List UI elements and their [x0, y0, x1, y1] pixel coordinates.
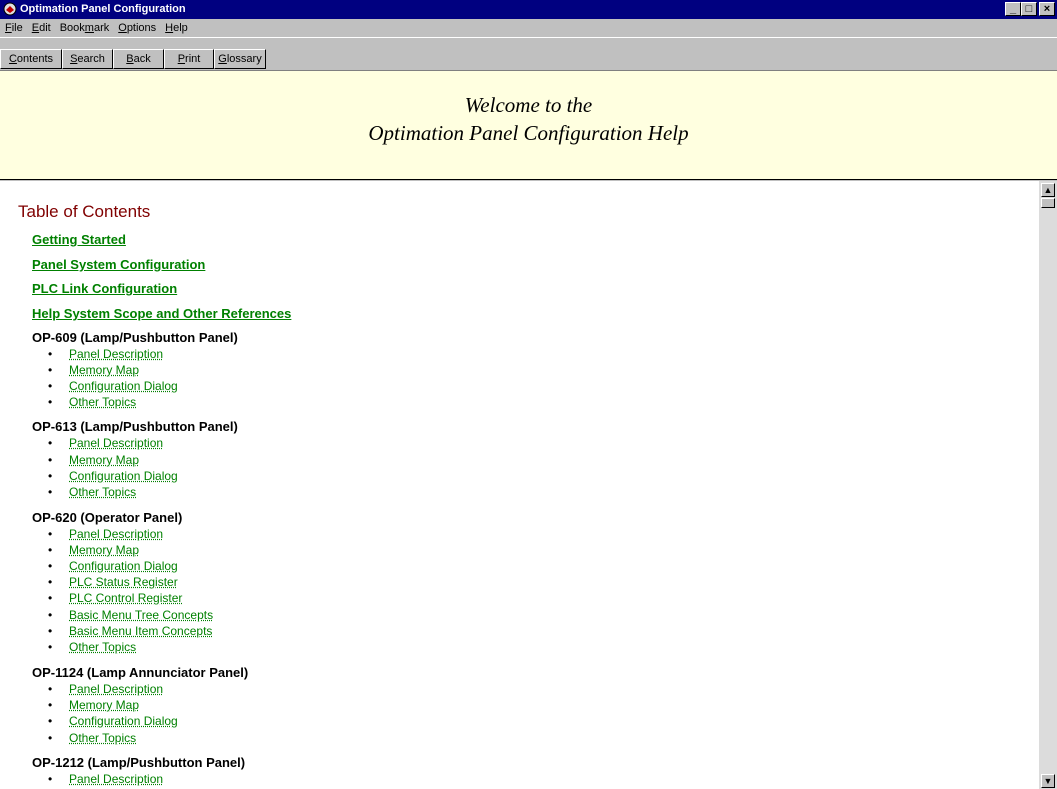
topic-link[interactable]: Panel Description [69, 436, 163, 450]
bullet-icon: • [48, 543, 53, 557]
topic-link[interactable]: Other Topics [69, 731, 136, 745]
welcome-line-1: Welcome to the [464, 93, 593, 117]
link-getting-started[interactable]: Getting Started [32, 232, 126, 247]
vertical-scrollbar[interactable] [1039, 181, 1057, 789]
link-plc-link-configuration[interactable]: PLC Link Configuration [32, 281, 177, 296]
glossary-button[interactable]: Glossary [214, 49, 266, 69]
topic-link[interactable]: Memory Map [69, 543, 139, 557]
topic-link[interactable]: Memory Map [69, 363, 139, 377]
topic-link[interactable]: Configuration Dialog [69, 379, 178, 393]
scroll-down-arrow-icon[interactable]: ▼ [1041, 774, 1055, 788]
topic-link[interactable]: Panel Description [69, 682, 163, 696]
menu-edit[interactable]: Edit [27, 19, 55, 34]
topic-link[interactable]: Basic Menu Tree Concepts [69, 608, 213, 622]
topic-link[interactable]: Memory Map [69, 453, 139, 467]
section-title: OP-1124 (Lamp Annunciator Panel) [32, 665, 249, 680]
bullet-icon: • [48, 591, 53, 605]
bullet-icon: • [48, 469, 53, 483]
bullet-icon: • [48, 559, 53, 573]
topic-link[interactable]: Other Topics [69, 395, 136, 409]
topic-link[interactable]: Configuration Dialog [69, 469, 178, 483]
topic-link[interactable]: Basic Menu Item Concepts [69, 624, 212, 638]
topic-link[interactable]: PLC Control Register [69, 591, 182, 605]
menu-bookmark[interactable]: Bookmark [55, 19, 114, 34]
topic-link[interactable]: Panel Description [69, 772, 163, 786]
bullet-icon: • [48, 527, 53, 541]
topic-link[interactable]: Configuration Dialog [69, 714, 178, 728]
section-title: OP-1212 (Lamp/Pushbutton Panel) [32, 755, 246, 770]
bullet-icon: • [48, 436, 53, 450]
toc-heading: Table of Contents [18, 202, 151, 221]
menu-separator [0, 37, 1057, 38]
close-button[interactable]: × [1039, 2, 1055, 16]
link-help-system-scope[interactable]: Help System Scope and Other References [32, 306, 291, 321]
bullet-icon: • [48, 772, 53, 786]
topic-link[interactable]: Other Topics [69, 485, 136, 499]
search-button[interactable]: Search [62, 49, 113, 69]
section-title: OP-620 (Operator Panel) [32, 510, 183, 525]
topic-link[interactable]: Configuration Dialog [69, 559, 178, 573]
bullet-icon: • [48, 640, 53, 654]
topic-header: Welcome to the Optimation Panel Configur… [0, 70, 1057, 180]
bullet-icon: • [48, 731, 53, 745]
bullet-icon: • [48, 485, 53, 499]
menu-bar: File Edit Bookmark Options Help [0, 19, 1057, 37]
section-title: OP-609 (Lamp/Pushbutton Panel) [32, 330, 238, 345]
menu-file[interactable]: File [0, 19, 27, 34]
welcome-line-2: Optimation Panel Configuration Help [368, 121, 689, 145]
window-controls: _ □ × [1005, 2, 1055, 16]
bullet-icon: • [48, 453, 53, 467]
link-panel-system-configuration[interactable]: Panel System Configuration [32, 257, 205, 272]
topic-link[interactable]: PLC Status Register [69, 575, 178, 589]
menu-help[interactable]: Help [160, 19, 192, 34]
bullet-icon: • [48, 575, 53, 589]
welcome-heading: Welcome to the Optimation Panel Configur… [0, 91, 1057, 147]
minimize-button[interactable]: _ [1005, 2, 1021, 16]
bullet-icon: • [48, 347, 53, 361]
window-title: Optimation Panel Configuration [20, 3, 186, 15]
topic-link[interactable]: Panel Description [69, 527, 163, 541]
back-button[interactable]: Back [113, 49, 164, 69]
maximize-button[interactable]: □ [1021, 2, 1037, 16]
bullet-icon: • [48, 379, 53, 393]
bullet-icon: • [48, 624, 53, 638]
scroll-up-arrow-icon[interactable]: ▲ [1041, 183, 1055, 197]
bullet-icon: • [48, 698, 53, 712]
bullet-icon: • [48, 608, 53, 622]
title-bar[interactable]: Optimation Panel Configuration _ □ × [0, 0, 1057, 19]
topic-link[interactable]: Panel Description [69, 347, 163, 361]
topic-link[interactable]: Other Topics [69, 640, 136, 654]
print-button[interactable]: Print [164, 49, 214, 69]
help-book-icon [3, 2, 17, 16]
bullet-icon: • [48, 363, 53, 377]
menu-options[interactable]: Options [113, 19, 160, 34]
topic-content[interactable]: Table of Contents Getting Started Panel … [0, 181, 1039, 789]
topic-link[interactable]: Memory Map [69, 698, 139, 712]
bullet-icon: • [48, 395, 53, 409]
contents-button[interactable]: Contents [0, 49, 62, 69]
bullet-icon: • [48, 682, 53, 696]
scrollbar-thumb[interactable] [1041, 198, 1055, 208]
section-title: OP-613 (Lamp/Pushbutton Panel) [32, 419, 238, 434]
bullet-icon: • [48, 714, 53, 728]
